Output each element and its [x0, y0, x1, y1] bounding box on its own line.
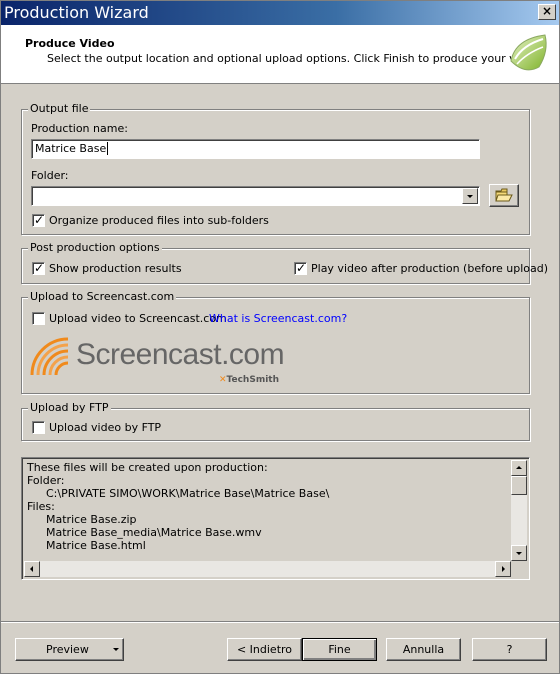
- footer-separator: [1, 621, 559, 623]
- finish-button[interactable]: Fine: [302, 638, 377, 661]
- production-name-label: Production name:: [31, 122, 128, 135]
- preview-dropdown-arrow[interactable]: [113, 648, 119, 651]
- ftp-upload-label[interactable]: Upload video by FTP: [49, 421, 161, 434]
- play-video-label[interactable]: Play video after production (before uplo…: [311, 262, 548, 275]
- info-line: Folder:: [27, 474, 65, 487]
- ftp-group-label: Upload by FTP: [28, 401, 111, 414]
- screencast-upload-checkbox[interactable]: [32, 312, 45, 325]
- output-file-group-label: Output file: [28, 102, 91, 115]
- what-is-screencast-link[interactable]: What is Screencast.com?: [209, 312, 347, 325]
- scroll-thumb[interactable]: [511, 476, 527, 495]
- preview-label: Preview: [46, 643, 89, 656]
- screencast-brand-text: Screencast.com: [76, 338, 285, 371]
- checkmark-icon: ✓: [34, 261, 45, 275]
- info-line: C:\PRIVATE SIMO\WORK\Matrice Base\Matric…: [46, 487, 330, 500]
- window-title: Production Wizard: [4, 3, 149, 22]
- camtasia-logo-icon: [510, 34, 547, 71]
- ftp-upload-checkbox[interactable]: [32, 421, 45, 434]
- folder-label: Folder:: [31, 169, 69, 182]
- close-icon: ×: [541, 4, 553, 18]
- checkmark-icon: ✓: [296, 261, 307, 275]
- checkmark-icon: ✓: [34, 213, 45, 227]
- play-video-checkbox[interactable]: ✓: [294, 261, 307, 275]
- organize-subfolders-checkbox[interactable]: ✓: [32, 213, 45, 227]
- info-line: These files will be created upon product…: [27, 461, 268, 474]
- techsmith-icon: ✕: [219, 375, 227, 385]
- cancel-label: Annulla: [402, 643, 445, 656]
- screencast-upload-label[interactable]: Upload video to Screencast.com: [49, 312, 227, 325]
- horizontal-scrollbar[interactable]: [24, 561, 511, 577]
- folder-dropdown-arrow[interactable]: [462, 188, 478, 204]
- step-subtitle: Select the output location and optional …: [47, 52, 543, 65]
- show-results-label[interactable]: Show production results: [49, 262, 182, 275]
- post-production-group-label: Post production options: [28, 241, 162, 254]
- scroll-left-button[interactable]: [24, 561, 40, 577]
- production-files-info[interactable]: These files will be created upon product…: [21, 457, 530, 580]
- info-line: Matrice Base_media\Matrice Base.wmv: [46, 526, 262, 539]
- techsmith-brand-text: ✕TechSmith: [219, 375, 279, 385]
- close-button[interactable]: ×: [538, 4, 556, 20]
- vertical-scrollbar[interactable]: [511, 460, 527, 561]
- title-bar[interactable]: Production Wizard ×: [1, 1, 559, 25]
- info-line: Matrice Base.html: [46, 539, 146, 552]
- help-label: ?: [506, 643, 513, 656]
- info-line: Files:: [27, 500, 55, 513]
- back-label: < Indietro: [236, 643, 293, 656]
- wizard-header: Produce Video Select the output location…: [1, 25, 559, 84]
- show-results-checkbox[interactable]: ✓: [32, 261, 45, 275]
- cancel-button[interactable]: Annulla: [386, 638, 461, 661]
- production-wizard-window: Production Wizard × Produce Video Select…: [0, 0, 560, 674]
- step-title: Produce Video: [25, 37, 115, 50]
- screencast-group-label: Upload to Screencast.com: [28, 290, 177, 303]
- scroll-up-button[interactable]: [511, 460, 527, 476]
- folder-combobox[interactable]: [31, 186, 480, 206]
- scroll-right-button[interactable]: [495, 561, 511, 577]
- production-name-input[interactable]: Matrice Base: [31, 139, 480, 159]
- back-button[interactable]: < Indietro: [227, 638, 302, 661]
- browse-folder-button[interactable]: [489, 184, 519, 207]
- folder-open-icon: [495, 188, 513, 202]
- organize-subfolders-label[interactable]: Organize produced files into sub-folders: [49, 214, 269, 227]
- finish-label: Fine: [328, 643, 351, 656]
- info-line: Matrice Base.zip: [46, 513, 137, 526]
- screencast-logo-icon: [30, 337, 69, 376]
- scroll-down-button[interactable]: [511, 545, 527, 561]
- preview-button[interactable]: Preview: [15, 638, 124, 661]
- production-name-value: Matrice Base: [35, 142, 107, 155]
- help-button[interactable]: ?: [472, 638, 547, 661]
